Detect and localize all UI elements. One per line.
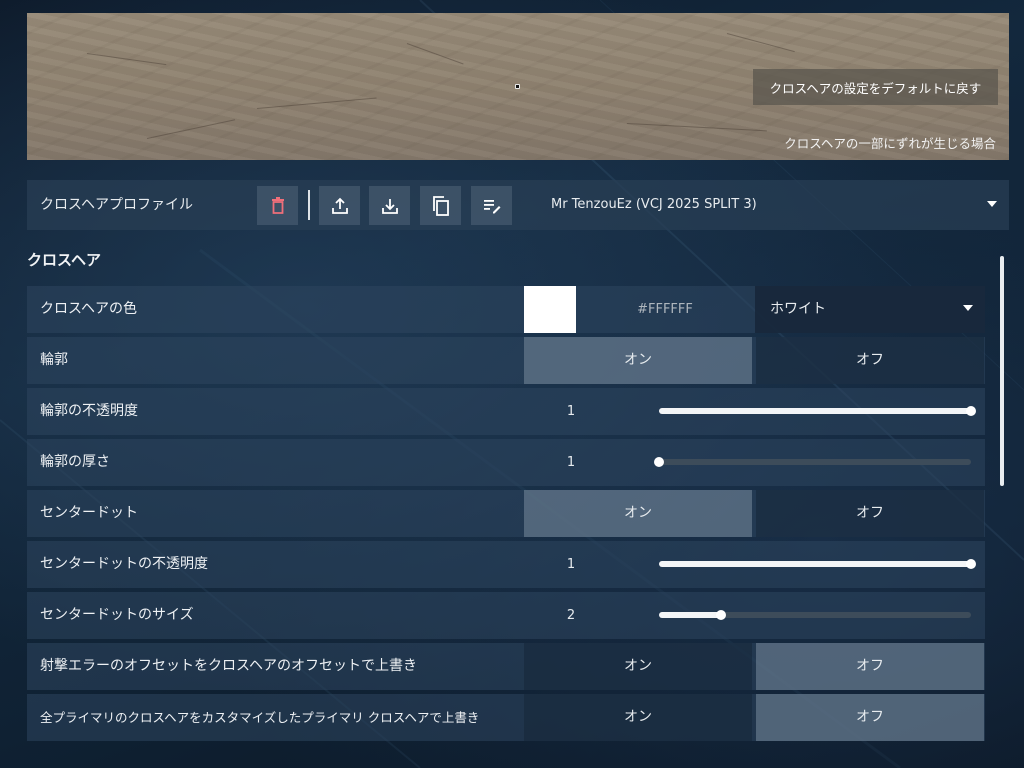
slider-knob[interactable] [966, 406, 976, 416]
crosshair-settings-list: クロスヘアの色 #FFFFFF ホワイト 輪郭 オン オフ 輪郭の不透明度 1 … [27, 286, 985, 745]
color-dropdown[interactable]: ホワイト [755, 286, 985, 333]
outline-off-toggle[interactable]: オフ [756, 337, 984, 384]
texture-crack [626, 123, 767, 132]
center-dot-opacity-slider[interactable] [659, 559, 976, 569]
crosshair-profile-bar: クロスヘアプロファイル Mr TenzouEz (VCJ 2025 SPLIT … [27, 180, 1009, 230]
setting-row-center-dot-opacity: センタードットの不透明度 1 [27, 541, 985, 588]
setting-row-outline-opacity: 輪郭の不透明度 1 [27, 388, 985, 435]
setting-row-center-dot-size: センタードットのサイズ 2 [27, 592, 985, 639]
outline-opacity-value[interactable]: 1 [547, 388, 595, 435]
texture-crack [86, 53, 167, 66]
export-profile-button[interactable] [319, 186, 360, 225]
firing-error-override-off-toggle[interactable]: オフ [756, 643, 984, 690]
delete-profile-button[interactable] [257, 186, 298, 225]
crosshair-preview: クロスヘアの設定をデフォルトに戻す クロスヘアの一部にずれが生じる場合 [27, 13, 1009, 160]
slider-fill [659, 408, 971, 414]
slider-knob[interactable] [716, 610, 727, 620]
texture-crack [726, 33, 795, 53]
reset-crosshair-button[interactable]: クロスヘアの設定をデフォルトに戻す [753, 69, 998, 105]
color-hex-input[interactable]: #FFFFFF [576, 286, 754, 333]
profile-dropdown[interactable]: Mr TenzouEz (VCJ 2025 SPLIT 3) [537, 180, 1009, 230]
slider-knob[interactable] [966, 559, 976, 569]
download-icon [381, 198, 398, 214]
setting-row-outline: 輪郭 オン オフ [27, 337, 985, 384]
copy-icon [432, 195, 449, 216]
chevron-down-icon [987, 201, 997, 207]
firing-error-override-on-toggle[interactable]: オン [524, 643, 752, 690]
import-profile-button[interactable] [369, 186, 410, 225]
crosshair-center-dot [515, 84, 520, 89]
outline-thickness-value[interactable]: 1 [547, 439, 595, 486]
setting-row-primary-override: 全プライマリのクロスヘアをカスタマイズしたプライマリ クロスヘアで上書き オン … [27, 694, 985, 741]
setting-label: 輪郭の不透明度 [40, 403, 138, 419]
profile-label: クロスヘアプロファイル [40, 197, 194, 213]
outline-opacity-slider[interactable] [659, 406, 976, 416]
texture-crack [146, 119, 236, 139]
setting-label: センタードットのサイズ [40, 607, 194, 623]
copy-profile-button[interactable] [420, 186, 461, 225]
outline-thickness-slider[interactable] [654, 457, 971, 467]
setting-label: センタードット [40, 505, 138, 521]
upload-icon [331, 197, 348, 214]
toolbar-divider [308, 190, 310, 220]
crosshair-misalignment-link[interactable]: クロスヘアの一部にずれが生じる場合 [784, 133, 996, 152]
texture-crack [256, 97, 377, 109]
setting-row-outline-thickness: 輪郭の厚さ 1 [27, 439, 985, 486]
chevron-down-icon [963, 305, 973, 311]
setting-row-center-dot: センタードット オン オフ [27, 490, 985, 537]
texture-crack [406, 43, 464, 65]
primary-override-on-toggle[interactable]: オン [524, 694, 752, 741]
scrollbar[interactable] [1000, 256, 1004, 486]
rename-profile-button[interactable] [471, 186, 512, 225]
center-dot-size-value[interactable]: 2 [547, 592, 595, 639]
section-title: クロスヘア [27, 251, 101, 269]
setting-label: 輪郭の厚さ [40, 454, 110, 470]
setting-label: 輪郭 [40, 352, 68, 368]
center-dot-off-toggle[interactable]: オフ [756, 490, 984, 537]
slider-fill [659, 612, 722, 618]
outline-on-toggle[interactable]: オン [524, 337, 752, 384]
color-swatch[interactable] [524, 286, 576, 333]
color-dropdown-value: ホワイト [770, 301, 826, 317]
primary-override-off-toggle[interactable]: オフ [756, 694, 984, 741]
setting-label: クロスヘアの色 [40, 301, 138, 317]
setting-row-color: クロスヘアの色 #FFFFFF ホワイト [27, 286, 985, 333]
slider-knob[interactable] [654, 457, 664, 467]
rename-icon [483, 199, 500, 213]
trash-icon [271, 196, 284, 214]
setting-label: 全プライマリのクロスヘアをカスタマイズしたプライマリ クロスヘアで上書き [40, 710, 480, 725]
profile-dropdown-value: Mr TenzouEz (VCJ 2025 SPLIT 3) [551, 197, 757, 212]
setting-label: センタードットの不透明度 [40, 556, 208, 572]
center-dot-on-toggle[interactable]: オン [524, 490, 752, 537]
slider-fill [659, 561, 971, 567]
center-dot-size-slider[interactable] [659, 610, 971, 620]
center-dot-opacity-value[interactable]: 1 [547, 541, 595, 588]
setting-row-firing-error-override: 射撃エラーのオフセットをクロスヘアのオフセットで上書き オン オフ [27, 643, 985, 690]
setting-label: 射撃エラーのオフセットをクロスヘアのオフセットで上書き [40, 658, 418, 674]
